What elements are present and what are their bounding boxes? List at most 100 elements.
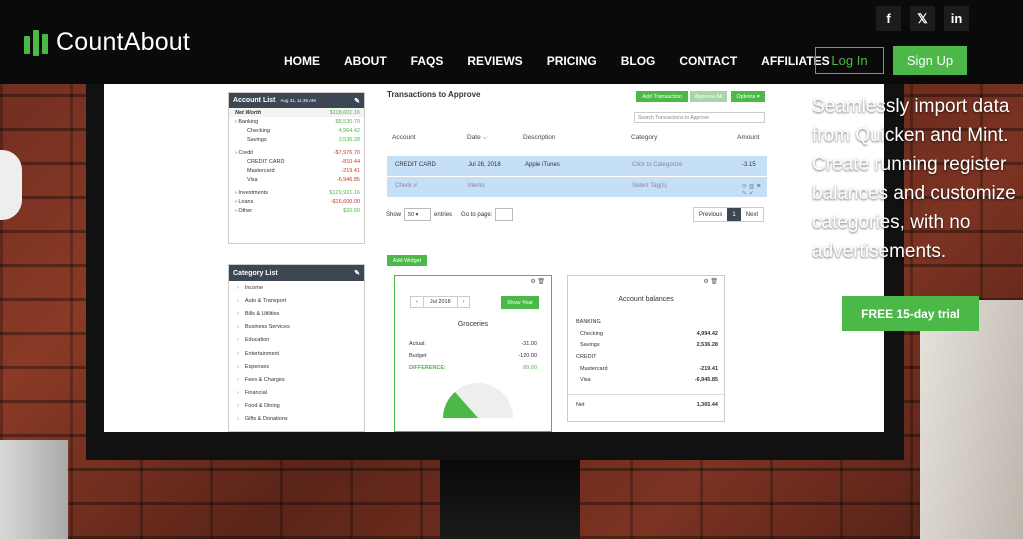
- gear-icon[interactable]: ⚙: [530, 279, 535, 285]
- row-label: Mastercard: [580, 365, 608, 372]
- pager-previous[interactable]: Previous: [694, 208, 727, 221]
- table-cell: Apple iTunes: [525, 162, 560, 168]
- table-row[interactable]: Check # Memo Select Tag(s) ⟳ ▥ ⚑ ✎ ✔: [387, 177, 767, 197]
- nav-reviews[interactable]: REVIEWS: [467, 54, 522, 68]
- pager-page-1[interactable]: 1: [727, 208, 741, 221]
- pencil-icon[interactable]: ✎: [354, 269, 360, 277]
- row-label: BANKING: [576, 318, 601, 325]
- category-list-panel: Category List ✎ IncomeAuto & TransportBi…: [228, 264, 365, 432]
- nav-faqs[interactable]: FAQS: [411, 54, 444, 68]
- add-widget-button[interactable]: Add Widget: [387, 255, 427, 266]
- pager-next[interactable]: Next: [741, 208, 763, 221]
- goto-page-input[interactable]: [495, 208, 514, 221]
- page-size-value: 50: [408, 211, 415, 218]
- row-value: 2,536.28: [696, 342, 718, 349]
- account-value: 3,536.28: [338, 136, 360, 143]
- nav-about[interactable]: ABOUT: [344, 54, 387, 68]
- account-row[interactable]: › Banking $8,530.70: [229, 117, 364, 126]
- trash-icon[interactable]: 🗑: [710, 279, 718, 285]
- column-header[interactable]: Category: [631, 134, 657, 141]
- account-row[interactable]: Mastercard -219.41: [229, 166, 364, 175]
- account-row[interactable]: Net Worth $118,601.16: [229, 108, 364, 117]
- widget-controls: ⚙ 🗑: [703, 278, 718, 285]
- category-item[interactable]: Expenses: [229, 360, 364, 373]
- account-row[interactable]: › Credit -$7,976.70: [229, 148, 364, 157]
- pencil-icon[interactable]: ✎: [354, 97, 360, 105]
- balance-row: Visa -6,945.85: [568, 374, 726, 386]
- page-size-select[interactable]: 50 ▾: [404, 208, 432, 221]
- account-value: $8,530.70: [335, 118, 360, 125]
- category-item[interactable]: Gifts & Donations: [229, 413, 364, 426]
- category-item[interactable]: Education: [229, 334, 364, 347]
- account-value: 4,964.42: [338, 127, 360, 134]
- login-button[interactable]: Log In: [815, 47, 884, 74]
- balance-row: CREDIT: [568, 351, 726, 363]
- account-row[interactable]: › Investments $129,921.16: [229, 188, 364, 197]
- category-item[interactable]: Financial: [229, 387, 364, 400]
- balance-row: Savings 2,536.28: [568, 339, 726, 351]
- account-row[interactable]: › Loans -$16,600.00: [229, 197, 364, 206]
- column-header[interactable]: Description: [523, 134, 556, 141]
- account-row[interactable]: › Other $20.00: [229, 206, 364, 215]
- nav-pricing[interactable]: PRICING: [547, 54, 597, 68]
- countabout-logo[interactable]: CountAbout: [24, 28, 190, 57]
- facebook-icon[interactable]: f: [876, 6, 901, 31]
- hero-text: Seamlessly import data from Quicken and …: [812, 96, 1016, 262]
- category-item[interactable]: Income: [229, 281, 364, 294]
- transactions-search-input[interactable]: Search Transactions to Approve: [634, 112, 765, 123]
- options-button[interactable]: Options ▾: [731, 91, 765, 102]
- table-cell: -3.15: [742, 162, 756, 168]
- table-cell[interactable]: Click to Categorize: [632, 162, 682, 168]
- twitter-icon[interactable]: 𝕏: [910, 6, 935, 31]
- row-label: DIFFERENCE:: [409, 365, 446, 371]
- add-transaction-button[interactable]: Add Transaction: [636, 91, 688, 102]
- account-name: › Loans: [235, 198, 254, 205]
- page-size-control: Show 50 ▾ entries Go to page:: [386, 208, 514, 221]
- nav-home[interactable]: HOME: [284, 54, 320, 68]
- gear-icon[interactable]: ⚙: [703, 279, 708, 285]
- row-label: Actual:: [409, 341, 426, 347]
- show-year-button[interactable]: Show Year: [501, 296, 539, 309]
- account-list-title: Account List: [233, 97, 276, 104]
- show-label: Show: [386, 211, 402, 218]
- nav-contact[interactable]: CONTACT: [679, 54, 737, 68]
- account-row[interactable]: Visa -6,946.85: [229, 175, 364, 184]
- column-header[interactable]: Date ⌵: [467, 134, 487, 142]
- next-month-icon[interactable]: ›: [458, 297, 470, 307]
- account-name: CREDIT CARD: [247, 158, 285, 165]
- table-cell: ⟳ ▥ ⚑ ✎ ✔: [742, 184, 762, 197]
- category-item[interactable]: Food & Dining: [229, 400, 364, 413]
- category-item[interactable]: Auto & Transport: [229, 294, 364, 307]
- account-name: Savings: [247, 136, 267, 143]
- row-value: -219.41: [699, 365, 718, 372]
- balances-title: Account balances: [618, 296, 674, 303]
- column-header[interactable]: Amount: [737, 134, 759, 141]
- column-header[interactable]: Account: [392, 134, 416, 141]
- category-item[interactable]: Bills & Utilities: [229, 307, 364, 320]
- net-label: Net: [576, 402, 585, 408]
- lamp-decoration: [0, 150, 22, 220]
- nav-blog[interactable]: BLOG: [621, 54, 656, 68]
- account-row[interactable]: Checking 4,964.42: [229, 126, 364, 135]
- account-value: -6,946.85: [336, 176, 360, 183]
- table-cell: Check #: [395, 183, 418, 189]
- account-row[interactable]: CREDIT CARD -810.44: [229, 157, 364, 166]
- row-value: -120.00: [518, 353, 537, 359]
- table-cell[interactable]: Select Tag(s): [632, 183, 667, 189]
- prev-month-icon[interactable]: ‹: [411, 297, 423, 307]
- approve-all-button[interactable]: Approve All: [690, 91, 727, 102]
- category-item[interactable]: Entertainment: [229, 347, 364, 360]
- net-value: 1,365.44: [696, 402, 718, 408]
- paper-decoration: [920, 300, 1023, 539]
- trash-icon[interactable]: 🗑: [537, 279, 545, 285]
- account-name: Mastercard: [247, 167, 275, 174]
- account-name: › Banking: [235, 118, 259, 125]
- signup-button[interactable]: Sign Up: [893, 46, 967, 75]
- category-item[interactable]: Fees & Charges: [229, 373, 364, 386]
- row-value: -6,945.85: [694, 377, 718, 384]
- category-item[interactable]: Business Services: [229, 321, 364, 334]
- table-row[interactable]: CREDIT CARD Jul 26, 2018 Apple iTunes Click…: [387, 156, 767, 176]
- linkedin-icon[interactable]: in: [944, 6, 969, 31]
- account-row[interactable]: Savings 3,536.28: [229, 135, 364, 144]
- free-trial-button[interactable]: FREE 15-day trial: [842, 296, 979, 331]
